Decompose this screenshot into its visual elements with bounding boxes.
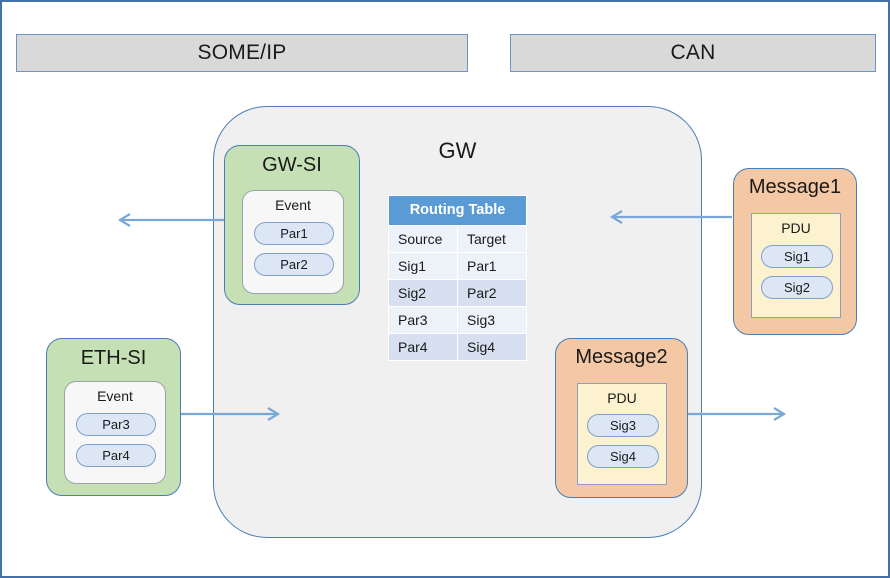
- node-message1-pdu-panel: PDU Sig1 Sig2: [751, 213, 841, 318]
- pill-par2: Par2: [254, 253, 334, 276]
- node-gw-si: GW-SI Event Par1 Par2: [224, 145, 360, 305]
- routing-cell-target: Par2: [457, 279, 527, 307]
- routing-table-col-source: Source: [388, 225, 458, 253]
- node-gw-si-event-panel: Event Par1 Par2: [242, 190, 344, 294]
- arrow-ethsi-in: [176, 407, 281, 421]
- routing-cell-source: Sig2: [388, 279, 458, 307]
- pill-sig1: Sig1: [761, 245, 833, 268]
- pill-sig4: Sig4: [587, 445, 659, 468]
- routing-cell-source: Par3: [388, 306, 458, 334]
- routing-cell-target: Sig4: [457, 333, 527, 361]
- table-row: Sig2 Par2: [388, 279, 527, 307]
- diagram-canvas: SOME/IP CAN GW Routing Table Source Targ…: [0, 0, 890, 578]
- banner-can: CAN: [510, 34, 876, 72]
- arrow-can-in: [609, 210, 732, 224]
- node-message2-pdu-panel: PDU Sig3 Sig4: [577, 383, 667, 485]
- node-message1-label: Message1: [748, 176, 842, 198]
- routing-cell-target: Sig3: [457, 306, 527, 334]
- node-message2-label: Message2: [575, 346, 668, 368]
- routing-cell-target: Par1: [457, 252, 527, 280]
- node-eth-si: ETH-SI Event Par3 Par4: [46, 338, 181, 496]
- node-gw-si-inner-label: Event: [275, 197, 311, 213]
- node-eth-si-event-panel: Event Par3 Par4: [64, 381, 166, 484]
- pill-par3: Par3: [76, 413, 156, 436]
- arrow-message2-out: [680, 407, 787, 421]
- pill-sig3: Sig3: [587, 414, 659, 437]
- node-eth-si-label: ETH-SI: [80, 347, 147, 369]
- table-row: Par4 Sig4: [388, 333, 527, 361]
- node-message1: Message1 PDU Sig1 Sig2: [733, 168, 857, 335]
- node-message2: Message2 PDU Sig3 Sig4: [555, 338, 688, 498]
- routing-table-header-row: Routing Table: [388, 195, 527, 226]
- routing-table: Routing Table Source Target Sig1 Par1 Si…: [388, 195, 527, 361]
- routing-table-column-row: Source Target: [388, 225, 527, 253]
- node-message1-inner-label: PDU: [781, 220, 811, 236]
- pill-sig2: Sig2: [761, 276, 833, 299]
- node-eth-si-inner-label: Event: [97, 388, 133, 404]
- routing-table-title: Routing Table: [388, 195, 527, 226]
- pill-par1: Par1: [254, 222, 334, 245]
- routing-cell-source: Par4: [388, 333, 458, 361]
- node-message2-inner-label: PDU: [607, 390, 637, 406]
- node-gw-si-label: GW-SI: [262, 154, 322, 176]
- arrow-gwsi-out: [117, 213, 226, 227]
- routing-cell-source: Sig1: [388, 252, 458, 280]
- routing-table-col-target: Target: [457, 225, 527, 253]
- table-row: Par3 Sig3: [388, 306, 527, 334]
- pill-par4: Par4: [76, 444, 156, 467]
- banner-some-ip: SOME/IP: [16, 34, 468, 72]
- table-row: Sig1 Par1: [388, 252, 527, 280]
